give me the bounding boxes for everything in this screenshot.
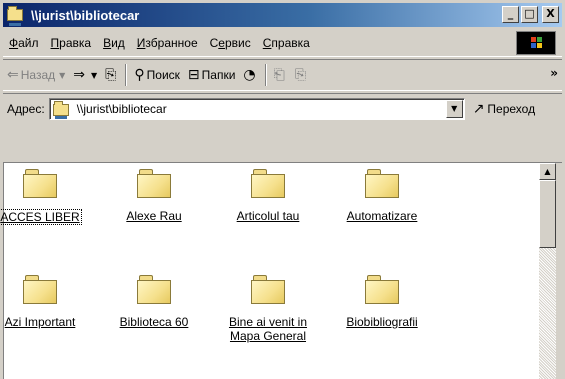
scroll-track[interactable]	[539, 248, 556, 379]
search-button[interactable]: ⚲ Поиск	[130, 62, 184, 88]
folder-item[interactable]: Automatizare	[332, 169, 432, 223]
title-bar[interactable]: \\jurist\bibliotecar _ □ X	[3, 3, 562, 27]
folder-label: ACCES LIBER	[0, 209, 82, 225]
folder-icon	[23, 275, 57, 305]
history-icon: ◔	[243, 67, 256, 83]
back-arrow-icon: ⇐	[7, 67, 19, 83]
folder-label: Articolul tau	[236, 209, 300, 223]
scroll-thumb[interactable]	[539, 180, 556, 248]
address-label: Адрес:	[7, 101, 45, 116]
folder-label-line1: Bine ai venit in	[228, 315, 308, 329]
window-border	[556, 163, 562, 379]
folder-item[interactable]: Alexe Rau	[104, 169, 204, 223]
move-to-icon: ⎗	[273, 67, 285, 83]
folder-label: Alexe Rau	[126, 209, 182, 223]
menu-bar: Файл Правка Вид Избранное Сервис Справка	[3, 29, 562, 57]
menu-favorites[interactable]: Избранное	[131, 32, 204, 54]
toolbar-separator	[125, 64, 128, 86]
folder-label-line2: Mapa General	[229, 329, 307, 343]
menu-file[interactable]: Файл	[3, 32, 45, 54]
go-arrow-icon: ↗	[472, 100, 485, 117]
address-value: \\jurist\bibliotecar	[76, 101, 167, 116]
folder-icon	[251, 275, 285, 305]
folders-icon: ⊟	[187, 67, 200, 83]
folder-label: Biobibliografii	[346, 315, 418, 329]
network-folder-icon	[7, 6, 27, 26]
scroll-up-button[interactable]: ▲	[539, 163, 556, 180]
window-title: \\jurist\bibliotecar	[31, 7, 140, 23]
folders-button[interactable]: ⊟ Папки	[184, 62, 239, 88]
search-icon: ⚲	[134, 67, 145, 83]
minimize-button[interactable]: _	[502, 6, 519, 23]
up-folder-icon: ⎘	[105, 67, 117, 83]
menu-view[interactable]: Вид	[97, 32, 131, 54]
toolbar-separator	[264, 64, 267, 86]
copy-to-button[interactable]: ⎘	[291, 62, 312, 88]
toolbar-overflow-button[interactable]: »	[550, 66, 558, 80]
up-folder-button[interactable]: ⎘	[101, 62, 122, 88]
folder-label: Automatizare	[346, 209, 418, 223]
move-to-button[interactable]: ⎗	[270, 62, 291, 88]
network-folder-icon	[52, 100, 73, 119]
copy-to-icon: ⎘	[294, 67, 307, 83]
close-button[interactable]: X	[542, 6, 559, 23]
menu-tools[interactable]: Сервис	[204, 32, 257, 54]
chevron-down-icon[interactable]: ▼	[91, 71, 97, 80]
folder-label: Biblioteca 60	[119, 315, 189, 329]
folder-icon	[365, 275, 399, 305]
menu-help[interactable]: Справка	[257, 32, 316, 54]
maximize-button[interactable]: □	[521, 6, 538, 23]
menu-edit[interactable]: Правка	[45, 32, 98, 54]
folder-icon	[137, 275, 171, 305]
folder-item[interactable]: Biobibliografii	[332, 275, 432, 329]
folder-label: Azi Important	[4, 315, 76, 329]
address-input[interactable]: \\jurist\bibliotecar ▼	[48, 97, 465, 120]
file-view[interactable]: ACCES LIBER Alexe Rau Articolul tau Auto…	[0, 163, 539, 379]
folder-icon	[23, 169, 57, 199]
forward-arrow-icon: ⇒	[73, 67, 86, 83]
address-dropdown-button[interactable]: ▼	[445, 99, 463, 118]
folder-item[interactable]: Azi Important	[0, 275, 90, 329]
folder-item[interactable]: Articolul tau	[218, 169, 318, 223]
folder-icon	[137, 169, 171, 199]
address-bar: Адрес: \\jurist\bibliotecar ▼ ↗ Переход	[3, 93, 562, 123]
folder-item[interactable]: Biblioteca 60	[104, 275, 204, 329]
history-button[interactable]: ◔	[239, 62, 261, 88]
folder-icon	[365, 169, 399, 199]
back-button[interactable]: ⇐ Назад ▼	[3, 62, 69, 88]
go-button[interactable]: ↗ Переход	[473, 101, 535, 117]
windows-logo-icon	[516, 31, 556, 55]
folder-icon	[251, 169, 285, 199]
chevron-down-icon[interactable]: ▼	[59, 71, 65, 80]
vertical-scrollbar[interactable]: ▲	[539, 163, 556, 379]
forward-button[interactable]: ⇒ ▼	[69, 62, 101, 88]
folder-item[interactable]: ACCES LIBER	[0, 169, 90, 225]
folder-item[interactable]: Bine ai venit in Mapa General	[218, 275, 318, 343]
standard-toolbar: ⇐ Назад ▼ ⇒ ▼ ⎘ ⚲ Поиск ⊟ Папки ◔ ⎗ ⎘ »	[3, 59, 562, 91]
explorer-window: \\jurist\bibliotecar _ □ X Файл Правка В…	[0, 0, 565, 379]
